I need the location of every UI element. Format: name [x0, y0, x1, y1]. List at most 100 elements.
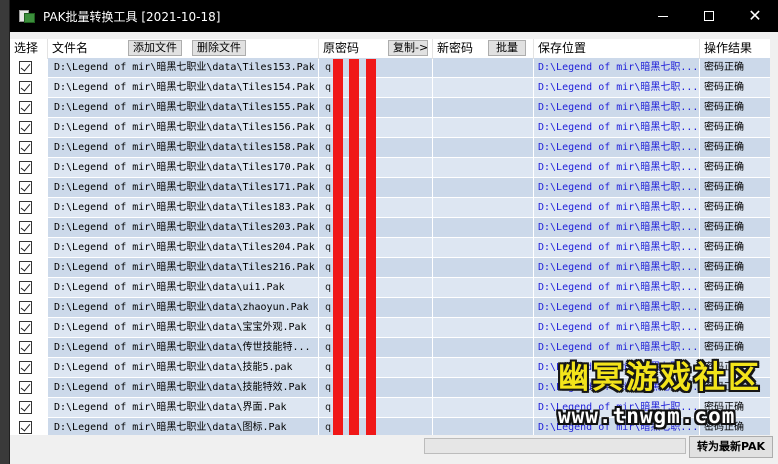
row-new-password[interactable] [433, 118, 533, 137]
row-save-path[interactable]: D:\Legend of mir\暗黑七职... [534, 258, 699, 277]
row-save-path[interactable]: D:\Legend of mir\暗黑七职... [534, 218, 699, 237]
row-file-name[interactable]: D:\Legend of mir\暗黑七职业\data\Tiles153.Pak [48, 58, 318, 77]
row-save-path[interactable]: D:\Legend of mir\暗黑七职... [534, 158, 699, 177]
maximize-button[interactable] [686, 0, 732, 32]
row-file-name[interactable]: D:\Legend of mir\暗黑七职业\data\ui1.Pak [48, 278, 318, 297]
row-checkbox[interactable] [19, 261, 32, 274]
row-checkbox[interactable] [19, 341, 32, 354]
row-save-path[interactable]: D:\Legend of mir\暗黑七职... [534, 298, 699, 317]
row-file-name[interactable]: D:\Legend of mir\暗黑七职业\data\zhaoyun.Pak [48, 298, 318, 317]
table-row[interactable]: D:\Legend of mir\暗黑七职业\data\图标.Pakq 8 2D… [10, 418, 770, 435]
row-new-password[interactable] [433, 58, 533, 77]
row-save-path[interactable]: D:\Legend of mir\暗黑七职... [534, 58, 699, 77]
row-save-path[interactable]: D:\Legend of mir\暗黑七职... [534, 278, 699, 297]
row-select-cell[interactable] [10, 358, 47, 377]
row-checkbox[interactable] [19, 241, 32, 254]
row-new-password[interactable] [433, 98, 533, 117]
row-select-cell[interactable] [10, 58, 47, 77]
add-file-button[interactable]: 添加文件 [128, 40, 182, 56]
row-checkbox[interactable] [19, 121, 32, 134]
row-save-path[interactable]: D:\Legend of mir\暗黑七职... [534, 418, 699, 435]
title-bar[interactable]: PAK批量转换工具 [2021-10-18] ✕ [10, 0, 778, 32]
row-save-path[interactable]: D:\Legend of mir\暗黑七职... [534, 78, 699, 97]
row-select-cell[interactable] [10, 158, 47, 177]
row-new-password[interactable] [433, 258, 533, 277]
row-file-name[interactable]: D:\Legend of mir\暗黑七职业\data\界面.Pak [48, 398, 318, 417]
row-checkbox[interactable] [19, 141, 32, 154]
row-new-password[interactable] [433, 138, 533, 157]
row-new-password[interactable] [433, 158, 533, 177]
row-select-cell[interactable] [10, 78, 47, 97]
row-new-password[interactable] [433, 318, 533, 337]
row-save-path[interactable]: D:\Legend of mir\暗黑七职... [534, 398, 699, 417]
table-row[interactable]: D:\Legend of mir\暗黑七职业\data\界面.Pakq 8 2D… [10, 398, 770, 418]
row-checkbox[interactable] [19, 321, 32, 334]
table-row[interactable]: D:\Legend of mir\暗黑七职业\data\传世技能特...q 8 … [10, 338, 770, 358]
row-checkbox[interactable] [19, 421, 32, 434]
row-checkbox[interactable] [19, 401, 32, 414]
row-file-name[interactable]: D:\Legend of mir\暗黑七职业\data\Tiles203.Pak [48, 218, 318, 237]
row-select-cell[interactable] [10, 398, 47, 417]
row-select-cell[interactable] [10, 258, 47, 277]
row-save-path[interactable]: D:\Legend of mir\暗黑七职... [534, 118, 699, 137]
row-new-password[interactable] [433, 358, 533, 377]
row-file-name[interactable]: D:\Legend of mir\暗黑七职业\data\Tiles170.Pak [48, 158, 318, 177]
row-select-cell[interactable] [10, 218, 47, 237]
row-new-password[interactable] [433, 398, 533, 417]
table-row[interactable]: D:\Legend of mir\暗黑七职业\data\Tiles171.Pak… [10, 178, 770, 198]
row-checkbox[interactable] [19, 361, 32, 374]
close-button[interactable]: ✕ [732, 0, 778, 32]
row-checkbox[interactable] [19, 181, 32, 194]
row-select-cell[interactable] [10, 278, 47, 297]
row-checkbox[interactable] [19, 101, 32, 114]
row-file-name[interactable]: D:\Legend of mir\暗黑七职业\data\Tiles156.Pak [48, 118, 318, 137]
table-row[interactable]: D:\Legend of mir\暗黑七职业\data\Tiles204.Pak… [10, 238, 770, 258]
row-new-password[interactable] [433, 218, 533, 237]
table-row[interactable]: D:\Legend of mir\暗黑七职业\data\技能特效.Pakq 8 … [10, 378, 770, 398]
table-row[interactable]: D:\Legend of mir\暗黑七职业\data\zhaoyun.Pak q… [10, 298, 770, 318]
row-new-password[interactable] [433, 298, 533, 317]
table-row[interactable]: D:\Legend of mir\暗黑七职业\data\Tiles153.Pak… [10, 58, 770, 78]
row-checkbox[interactable] [19, 281, 32, 294]
row-file-name[interactable]: D:\Legend of mir\暗黑七职业\data\技能特效.Pak [48, 378, 318, 397]
row-select-cell[interactable] [10, 338, 47, 357]
row-new-password[interactable] [433, 198, 533, 217]
row-new-password[interactable] [433, 178, 533, 197]
table-row[interactable]: D:\Legend of mir\暗黑七职业\data\ui1.Pakq 8 2… [10, 278, 770, 298]
row-file-name[interactable]: D:\Legend of mir\暗黑七职业\data\宝宝外观.Pak [48, 318, 318, 337]
file-grid[interactable]: 选择 文件名 添加文件 删除文件 原密码 复制-> 新密码 批量 保存位置 操作… [10, 39, 770, 435]
row-file-name[interactable]: D:\Legend of mir\暗黑七职业\data\传世技能特... [48, 338, 318, 357]
row-checkbox[interactable] [19, 381, 32, 394]
batch-button[interactable]: 批量 [488, 40, 526, 56]
table-row[interactable]: D:\Legend of mir\暗黑七职业\data\技能5.pakq 8 2… [10, 358, 770, 378]
table-row[interactable]: D:\Legend of mir\暗黑七职业\data\宝宝外观.Pakq 8 … [10, 318, 770, 338]
table-row[interactable]: D:\Legend of mir\暗黑七职业\data\Tiles216.Pak… [10, 258, 770, 278]
row-checkbox[interactable] [19, 61, 32, 74]
row-new-password[interactable] [433, 378, 533, 397]
row-select-cell[interactable] [10, 378, 47, 397]
row-new-password[interactable] [433, 418, 533, 435]
row-file-name[interactable]: D:\Legend of mir\暗黑七职业\data\Tiles154.Pak [48, 78, 318, 97]
row-file-name[interactable]: D:\Legend of mir\暗黑七职业\data\Tiles204.Pak [48, 238, 318, 257]
convert-to-latest-pak-button[interactable]: 转为最新PAK [689, 436, 773, 458]
row-select-cell[interactable] [10, 238, 47, 257]
row-save-path[interactable]: D:\Legend of mir\暗黑七职... [534, 138, 699, 157]
row-checkbox[interactable] [19, 201, 32, 214]
row-file-name[interactable]: D:\Legend of mir\暗黑七职业\data\Tiles155.Pak [48, 98, 318, 117]
row-save-path[interactable]: D:\Legend of mir\暗黑七职... [534, 358, 699, 377]
row-file-name[interactable]: D:\Legend of mir\暗黑七职业\data\图标.Pak [48, 418, 318, 435]
table-row[interactable]: D:\Legend of mir\暗黑七职业\data\tiles158.Pak… [10, 138, 770, 158]
minimize-button[interactable] [640, 0, 686, 32]
row-file-name[interactable]: D:\Legend of mir\暗黑七职业\data\tiles158.Pak [48, 138, 318, 157]
row-checkbox[interactable] [19, 81, 32, 94]
table-row[interactable]: D:\Legend of mir\暗黑七职业\data\Tiles203.Pak… [10, 218, 770, 238]
vertical-scrollbar[interactable] [770, 39, 778, 435]
row-select-cell[interactable] [10, 318, 47, 337]
row-select-cell[interactable] [10, 118, 47, 137]
row-save-path[interactable]: D:\Legend of mir\暗黑七职... [534, 238, 699, 257]
row-file-name[interactable]: D:\Legend of mir\暗黑七职业\data\Tiles171.Pak [48, 178, 318, 197]
row-save-path[interactable]: D:\Legend of mir\暗黑七职... [534, 98, 699, 117]
row-select-cell[interactable] [10, 178, 47, 197]
row-file-name[interactable]: D:\Legend of mir\暗黑七职业\data\技能5.pak [48, 358, 318, 377]
row-save-path[interactable]: D:\Legend of mir\暗黑七职... [534, 338, 699, 357]
